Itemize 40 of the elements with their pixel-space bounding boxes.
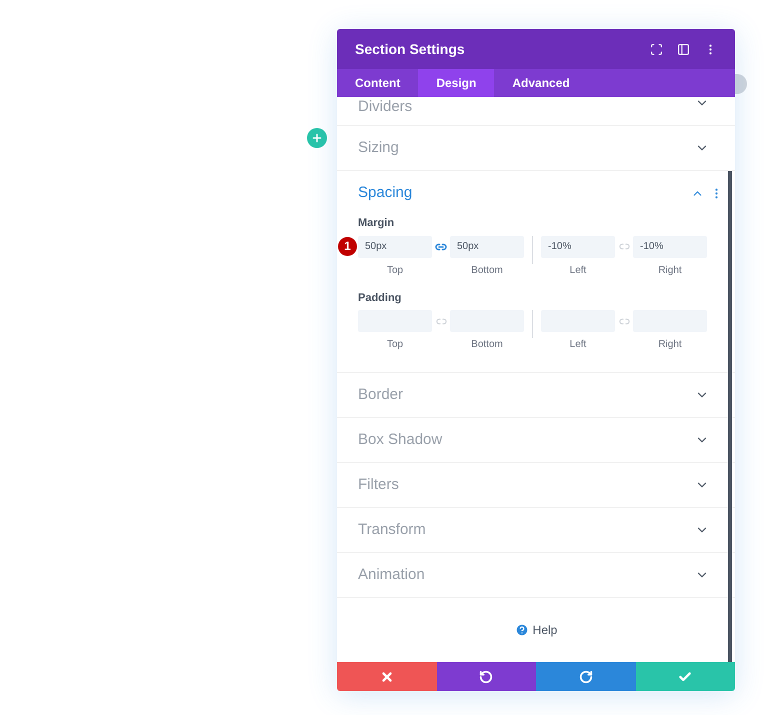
field-caption: Bottom	[471, 264, 503, 278]
add-button[interactable]	[307, 128, 327, 148]
input-field[interactable]: 50px	[358, 236, 432, 258]
section-title[interactable]: Filters	[358, 474, 695, 496]
undo-button[interactable]	[436, 662, 536, 691]
field-caption: Left	[570, 264, 586, 278]
section-title[interactable]: Sizing	[358, 136, 695, 160]
tab[interactable]: Design	[418, 69, 494, 97]
check-icon	[678, 670, 692, 684]
field-caption: Right	[658, 264, 682, 278]
section-title[interactable]: Animation	[358, 564, 695, 586]
field-caption: Right	[658, 338, 682, 352]
step-badge: 1	[338, 236, 357, 256]
help-link[interactable]: Help	[532, 621, 558, 639]
redo-button[interactable]	[536, 662, 636, 691]
field-caption: Bottom	[471, 338, 503, 352]
section-title[interactable]: Box Shadow	[358, 428, 695, 452]
plus-icon	[311, 132, 323, 144]
group-label: Padding	[358, 290, 402, 306]
section-title[interactable]: Spacing	[358, 182, 691, 204]
field-caption: Top	[386, 338, 404, 352]
tab[interactable]: Content	[337, 69, 418, 97]
redo-icon	[578, 670, 593, 684]
window-title: Section Settings	[355, 40, 466, 59]
focus-icon[interactable]	[650, 42, 663, 56]
tab[interactable]: Advanced	[494, 69, 588, 97]
input-field[interactable]: 50px	[450, 236, 524, 258]
field-caption: Top	[386, 264, 404, 278]
scrollbar[interactable]	[728, 171, 732, 662]
field-caption: Left	[570, 338, 586, 352]
close-icon	[380, 670, 394, 684]
undo-icon	[479, 670, 494, 684]
group-label: Margin	[358, 216, 396, 231]
input-field[interactable]: -10%	[633, 236, 707, 258]
section-title[interactable]: Border	[358, 384, 695, 406]
help-icon	[514, 623, 529, 637]
section-title[interactable]: Transform	[358, 518, 695, 542]
sidebar-icon[interactable]	[677, 42, 690, 56]
section-title[interactable]: Dividers	[358, 96, 695, 118]
input-field[interactable]: -10%	[541, 236, 615, 258]
